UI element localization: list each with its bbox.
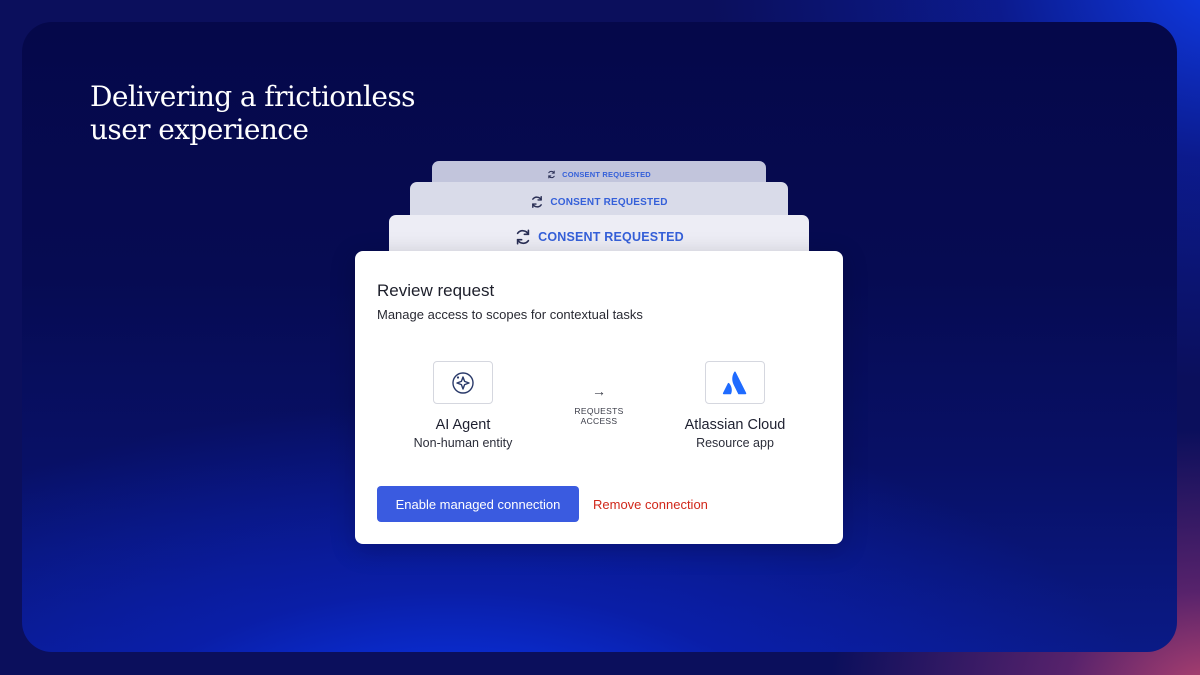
consent-status-label: CONSENT REQUESTED — [550, 196, 668, 208]
requester-icon-box — [433, 361, 493, 404]
sync-icon — [516, 229, 530, 245]
resource-entity: Atlassian Cloud Resource app — [645, 361, 825, 450]
atlassian-logo-icon — [722, 371, 747, 394]
sync-icon — [548, 170, 555, 179]
resource-role: Resource app — [696, 436, 774, 450]
consent-status-label: CONSENT REQUESTED — [538, 230, 684, 244]
sync-icon — [532, 196, 543, 208]
requester-role: Non-human entity — [413, 436, 513, 450]
remove-connection-button[interactable]: Remove connection — [593, 486, 708, 522]
enable-managed-connection-button[interactable]: Enable managed connection — [377, 486, 579, 522]
consent-status-label: CONSENT REQUESTED — [562, 170, 651, 179]
resource-name: Atlassian Cloud — [684, 417, 786, 433]
requester-entity: AI Agent Non-human entity — [373, 361, 553, 450]
card-subtitle: Manage access to scopes for contextual t… — [377, 307, 643, 322]
review-request-card: Review request Manage access to scopes f… — [355, 251, 843, 544]
requester-name: AI Agent — [435, 417, 491, 433]
resource-icon-box — [705, 361, 765, 404]
relation-label: REQUESTS ACCESS — [574, 406, 624, 426]
arrow-right-icon: → — [592, 383, 606, 399]
request-relation: → REQUESTS ACCESS — [559, 384, 639, 426]
page-headline: Delivering a frictionless user experienc… — [90, 80, 415, 146]
card-title: Review request — [377, 281, 495, 300]
ai-agent-icon — [452, 371, 474, 394]
